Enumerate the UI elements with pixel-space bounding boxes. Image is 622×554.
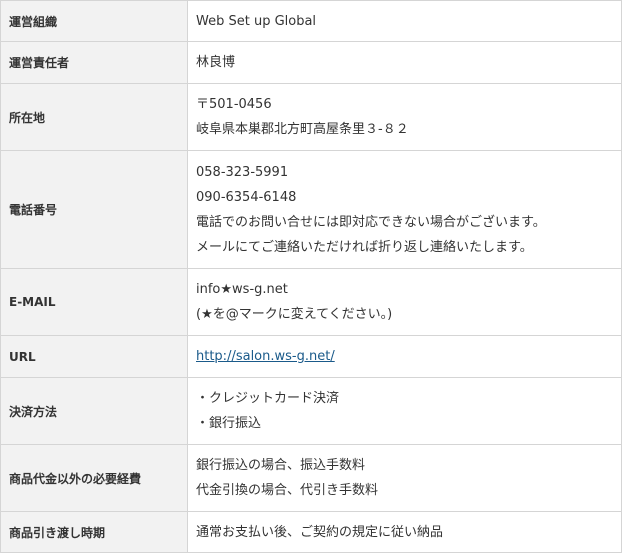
row-value: 通常お支払い後、ご契約の規定に従い納品 (187, 511, 622, 553)
organization-name: Web Set up Global (196, 13, 317, 29)
phone-note-1: 電話でのお問い合せには即対応できない場合がございます。 (196, 214, 546, 230)
company-info-table: 運営組織 Web Set up Global 運営責任者 林良博 所在地 〒50… (0, 0, 622, 553)
row-value: 林良博 (187, 41, 622, 84)
phone-number-2: 090-6354-6148 (196, 189, 297, 205)
payment-method-1: ・クレジットカード決済 (196, 391, 340, 406)
row-label: 運営組織 (0, 0, 188, 42)
row-label: 所在地 (0, 83, 188, 151)
website-link[interactable]: http://salon.ws-g.net/ (196, 349, 335, 364)
manager-name: 林良博 (196, 55, 236, 70)
row-organization: 運営組織 Web Set up Global (0, 0, 622, 42)
row-manager: 運営責任者 林良博 (0, 41, 622, 84)
email-note: (★を@マークに変えてください。) (196, 307, 393, 322)
row-value: http://salon.ws-g.net/ (187, 335, 622, 378)
row-label: 決済方法 (0, 377, 188, 445)
row-phone: 電話番号 058-323-5991 090-6354-6148 電話でのお問い合… (0, 150, 622, 269)
row-email: E-MAIL info★ws-g.net (★を@マークに変えてください。) (0, 268, 622, 336)
extra-cost-2: 代金引換の場合、代引き手数料 (196, 483, 379, 498)
row-label: 運営責任者 (0, 41, 188, 84)
row-extra-costs: 商品代金以外の必要経費 銀行振込の場合、振込手数料 代金引換の場合、代引き手数料 (0, 444, 622, 512)
row-value: ・クレジットカード決済 ・銀行振込 (187, 377, 622, 445)
phone-number-1: 058-323-5991 (196, 164, 289, 180)
row-address: 所在地 〒501-0456 岐阜県本巣郡北方町高屋条里３-８２ (0, 83, 622, 151)
row-value: 058-323-5991 090-6354-6148 電話でのお問い合せには即対… (187, 150, 622, 269)
row-value: info★ws-g.net (★を@マークに変えてください。) (187, 268, 622, 336)
row-label: 電話番号 (0, 150, 188, 269)
payment-method-2: ・銀行振込 (196, 416, 262, 431)
row-label: URL (0, 335, 188, 378)
row-delivery-time: 商品引き渡し時期 通常お支払い後、ご契約の規定に従い納品 (0, 511, 622, 553)
email-address: info★ws-g.net (196, 282, 288, 297)
delivery-time: 通常お支払い後、ご契約の規定に従い納品 (196, 524, 444, 540)
row-url: URL http://salon.ws-g.net/ (0, 335, 622, 378)
row-payment: 決済方法 ・クレジットカード決済 ・銀行振込 (0, 377, 622, 445)
extra-cost-1: 銀行振込の場合、振込手数料 (196, 458, 366, 473)
phone-note-2: メールにてご連絡いただければ折り返し連絡いたします。 (196, 239, 533, 255)
row-value: 〒501-0456 岐阜県本巣郡北方町高屋条里３-８２ (187, 83, 622, 151)
street-address: 岐阜県本巣郡北方町高屋条里３-８２ (196, 122, 409, 137)
row-value: 銀行振込の場合、振込手数料 代金引換の場合、代引き手数料 (187, 444, 622, 512)
postal-code: 〒501-0456 (196, 97, 272, 112)
row-label: E-MAIL (0, 268, 188, 336)
row-value: Web Set up Global (187, 0, 622, 42)
row-label: 商品代金以外の必要経費 (0, 444, 188, 512)
row-label: 商品引き渡し時期 (0, 511, 188, 553)
